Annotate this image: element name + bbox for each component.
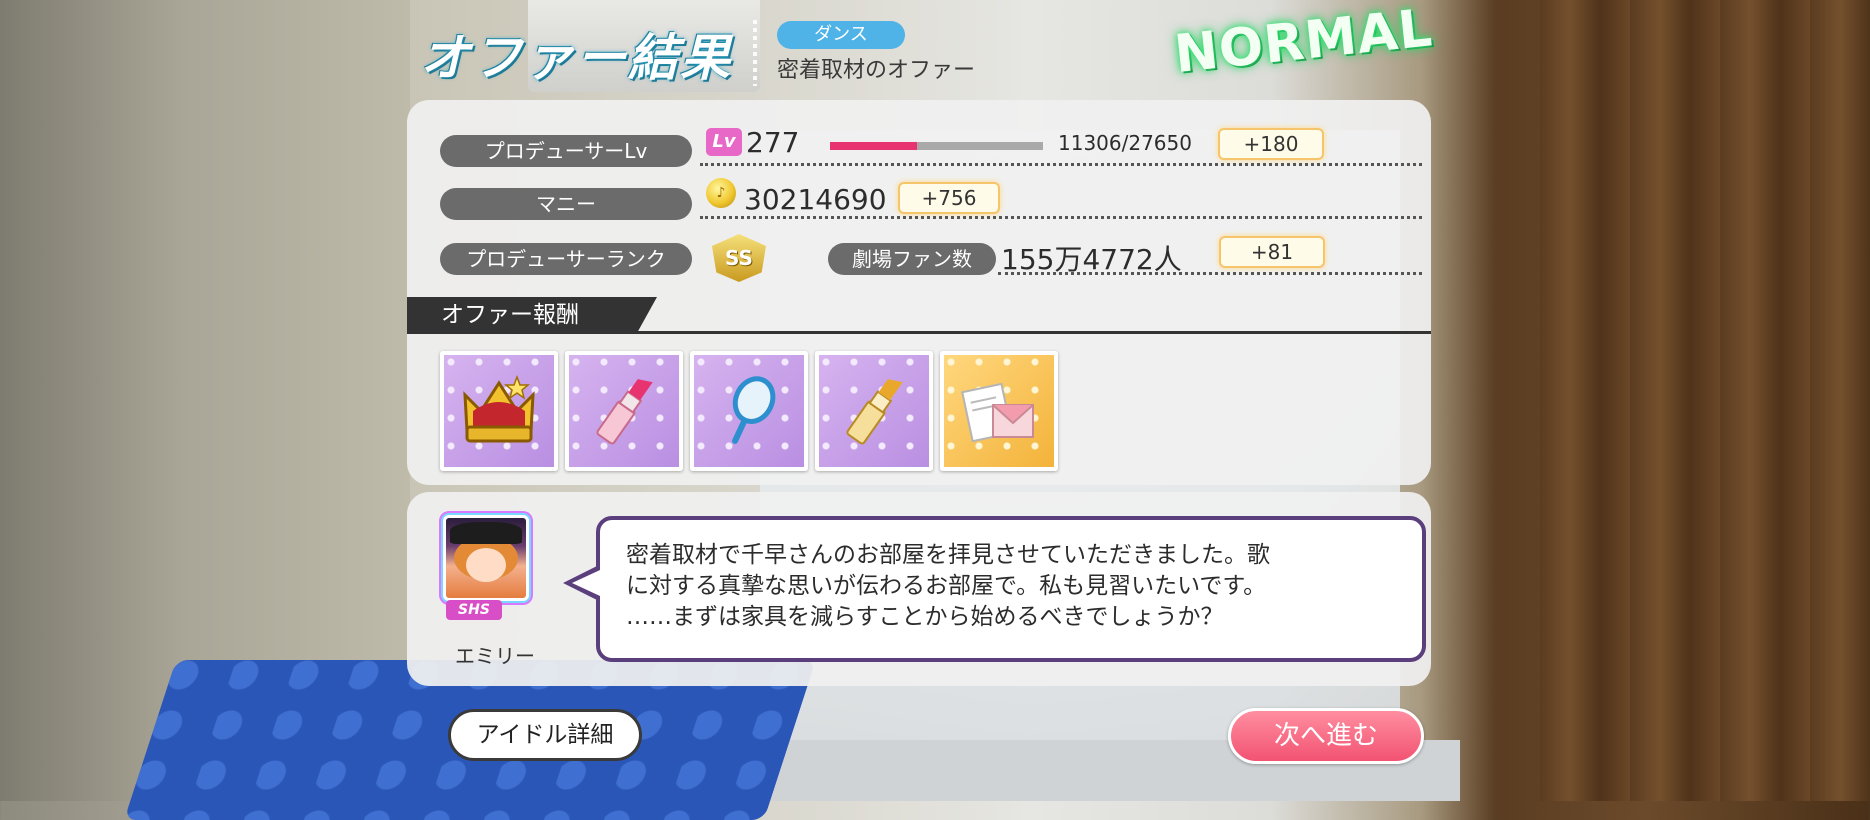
exp-progress-text: 11306/27650: [1058, 131, 1192, 155]
producer-rank-label: プロデューサーランク: [440, 243, 692, 275]
idol-name: エミリー: [455, 644, 535, 668]
speech-bubble-tail-inner: [572, 570, 600, 596]
pink-lipstick-icon: [596, 379, 653, 445]
fans-label: 劇場ファン数: [828, 243, 996, 275]
coin-icon: ♪: [706, 178, 736, 208]
next-button[interactable]: 次へ進む: [1228, 708, 1424, 764]
avatar-face: [466, 548, 506, 582]
money-gain-badge: +756: [900, 184, 998, 212]
rewards-underline: [407, 331, 1431, 334]
difficulty-label: NORMAL: [1171, 0, 1436, 85]
fans-gain-badge: +81: [1221, 238, 1323, 266]
avatar-hat: [450, 522, 522, 544]
rarity-badge: SHS: [446, 600, 502, 620]
message-line: に対する真摯な思いが伝わるお部屋で。私も見習いたいです。: [626, 573, 1267, 599]
background-curtain: [1540, 0, 1870, 801]
reward-item[interactable]: [440, 351, 558, 471]
producer-lv-label: プロデューサーLv: [440, 135, 692, 167]
money-value: 30214690: [744, 183, 887, 216]
reward-item[interactable]: [565, 351, 683, 471]
idol-detail-button[interactable]: アイドル詳細: [448, 709, 642, 761]
offer-name: 密着取材のオファー: [777, 58, 976, 83]
offer-type-badge: ダンス: [777, 21, 905, 49]
rewards-header: オファー報酬: [407, 297, 657, 333]
money-label: マニー: [440, 188, 692, 220]
reward-item[interactable]: [940, 351, 1058, 471]
exp-progress-fill: [830, 142, 918, 150]
reward-item[interactable]: [690, 351, 808, 471]
title-separator: [753, 20, 757, 86]
reward-item[interactable]: [815, 351, 933, 471]
producer-lv-value: 277: [746, 126, 800, 159]
page-title: オファー結果: [420, 29, 732, 87]
crown-icon: [463, 374, 535, 443]
divider: [998, 272, 1422, 275]
lv-gain-badge: +180: [1220, 130, 1322, 158]
level-icon: Lv: [706, 128, 742, 156]
exp-progress-bar: [830, 142, 1043, 150]
idol-avatar[interactable]: [443, 515, 529, 601]
divider: [700, 163, 1422, 166]
message-line: 密着取材で千早さんのお部屋を拝見させていただきました。歌: [626, 542, 1270, 568]
divider: [700, 216, 1422, 219]
gold-lipstick-icon: [846, 379, 903, 445]
speech-bubble: 密着取材で千早さんのお部屋を拝見させていただきました。歌 に対する真摯な思いが伝…: [596, 516, 1426, 662]
letter-envelope-icon: [961, 382, 1034, 443]
message-line: ……まずは家具を減らすことから始めるべきでしょうか？: [626, 604, 1224, 630]
hand-mirror-icon: [732, 376, 776, 444]
